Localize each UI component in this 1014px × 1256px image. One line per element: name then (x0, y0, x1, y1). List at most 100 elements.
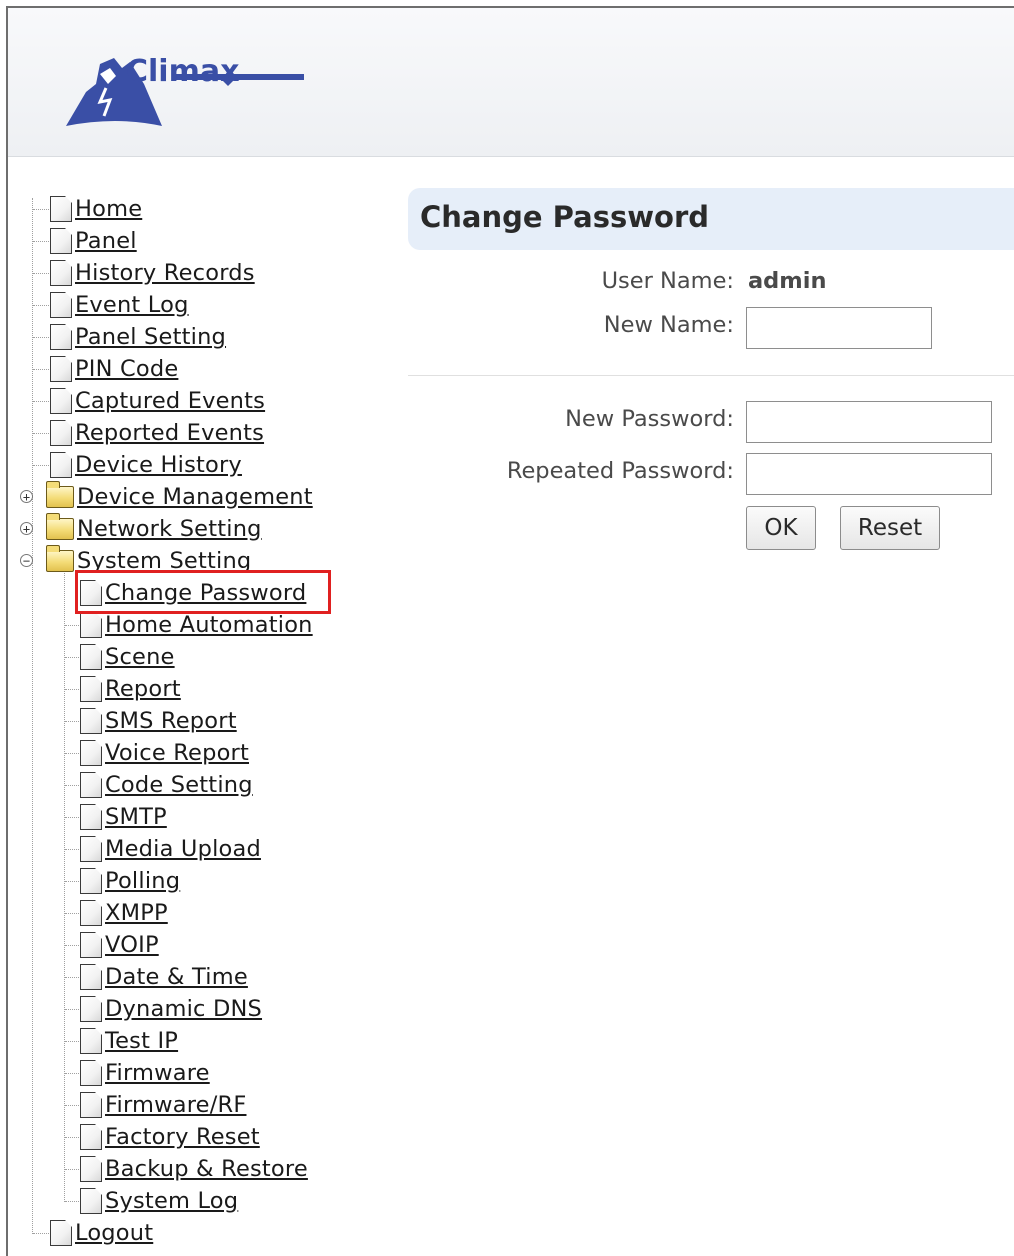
page-icon (80, 996, 102, 1022)
ok-button[interactable]: OK (746, 506, 816, 550)
nav-item-history-records[interactable]: History Records (50, 257, 255, 289)
page-icon (50, 260, 72, 286)
nav-item-device-history[interactable]: Device History (50, 449, 242, 481)
page-icon (80, 900, 102, 926)
tree-line (65, 753, 79, 754)
tree-line (64, 570, 65, 1202)
tree-line (65, 1073, 79, 1074)
nav-folder-network-setting[interactable]: Network Setting (46, 513, 262, 545)
tree-line (65, 657, 79, 658)
page-icon (80, 1028, 102, 1054)
tree-line (33, 305, 49, 306)
tree-line (65, 1169, 79, 1170)
tree-line (65, 1105, 79, 1106)
nav-item-reported-events[interactable]: Reported Events (50, 417, 264, 449)
folder-icon (46, 481, 74, 508)
user-name-value: admin (748, 268, 827, 294)
page-icon (80, 676, 102, 702)
page-icon (50, 452, 72, 478)
page-icon (80, 804, 102, 830)
tree-line (65, 977, 79, 978)
nav-item-captured-events[interactable]: Captured Events (50, 385, 265, 417)
new-name-label: New Name: (603, 312, 734, 338)
nav-item-scene[interactable]: Scene (80, 641, 175, 673)
selection-highlight (75, 570, 331, 614)
repeated-password-input[interactable] (746, 453, 992, 495)
page-icon (80, 1060, 102, 1086)
form-separator (408, 375, 1014, 376)
tree-line (33, 273, 49, 274)
nav-item-firmware[interactable]: Firmware (80, 1057, 210, 1089)
nav-item-system-log[interactable]: System Log (80, 1185, 238, 1217)
nav-item-report[interactable]: Report (80, 673, 181, 705)
nav-item-media-upload[interactable]: Media Upload (80, 833, 261, 865)
page-icon (80, 868, 102, 894)
page-icon (80, 740, 102, 766)
expand-plus-icon[interactable]: + (20, 490, 33, 503)
tree-line (65, 849, 79, 850)
folder-icon (46, 513, 74, 540)
nav-item-polling[interactable]: Polling (80, 865, 180, 897)
nav-item-sms-report[interactable]: SMS Report (80, 705, 237, 737)
page-title: Change Password (420, 200, 710, 234)
nav-item-voip[interactable]: VOIP (80, 929, 159, 961)
tree-line (65, 625, 79, 626)
page-icon (50, 356, 72, 382)
nav-item-home[interactable]: Home (50, 193, 142, 225)
nav-item-xmpp[interactable]: XMPP (80, 897, 168, 929)
nav-item-dynamic-dns[interactable]: Dynamic DNS (80, 993, 262, 1025)
nav-item-pin-code[interactable]: PIN Code (50, 353, 178, 385)
page-icon (80, 964, 102, 990)
page-icon (80, 708, 102, 734)
tree-line (33, 401, 49, 402)
nav-item-logout[interactable]: Logout (50, 1217, 153, 1249)
logo-text: Climax (126, 54, 240, 89)
page-icon (50, 420, 72, 446)
page-icon (80, 612, 102, 638)
tree-line (65, 913, 79, 914)
nav-item-smtp[interactable]: SMTP (80, 801, 167, 833)
nav-item-panel-setting[interactable]: Panel Setting (50, 321, 226, 353)
nav-item-voice-report[interactable]: Voice Report (80, 737, 249, 769)
nav-item-code-setting[interactable]: Code Setting (80, 769, 253, 801)
nav-item-backup-restore[interactable]: Backup & Restore (80, 1153, 308, 1185)
nav-item-date-time[interactable]: Date & Time (80, 961, 248, 993)
tree-line (33, 209, 49, 210)
tree-line (65, 881, 79, 882)
nav-item-panel[interactable]: Panel (50, 225, 137, 257)
nav-item-event-log[interactable]: Event Log (50, 289, 189, 321)
tree-line (65, 721, 79, 722)
new-password-label: New Password: (565, 406, 734, 432)
page-icon (80, 1156, 102, 1182)
nav-folder-device-management[interactable]: Device Management (46, 481, 313, 513)
nav-item-firmware-rf[interactable]: Firmware/RF (80, 1089, 246, 1121)
repeated-password-label: Repeated Password: (506, 458, 734, 484)
page-icon (50, 196, 72, 222)
tree-line (65, 1041, 79, 1042)
user-name-label: User Name: (601, 268, 734, 294)
tree-line (65, 785, 79, 786)
tree-line (65, 1009, 79, 1010)
new-name-input[interactable] (746, 307, 932, 349)
header: Climax (8, 8, 1014, 157)
tree-line (65, 945, 79, 946)
new-password-input[interactable] (746, 401, 992, 443)
tree-line (65, 1201, 79, 1202)
page-icon (80, 932, 102, 958)
page-icon (50, 1220, 72, 1246)
page-icon (50, 292, 72, 318)
tree-line (33, 433, 49, 434)
tree-line (65, 817, 79, 818)
open-folder-icon (46, 545, 74, 572)
collapse-minus-icon[interactable]: − (20, 554, 33, 567)
page-icon (80, 1124, 102, 1150)
page-icon (80, 644, 102, 670)
nav-item-factory-reset[interactable]: Factory Reset (80, 1121, 260, 1153)
reset-button[interactable]: Reset (840, 506, 940, 550)
page-icon (80, 1188, 102, 1214)
page-title-bar: Change Password (408, 188, 1014, 250)
page-icon (80, 836, 102, 862)
expand-plus-icon[interactable]: + (20, 522, 33, 535)
page-icon (50, 228, 72, 254)
nav-item-test-ip[interactable]: Test IP (80, 1025, 178, 1057)
